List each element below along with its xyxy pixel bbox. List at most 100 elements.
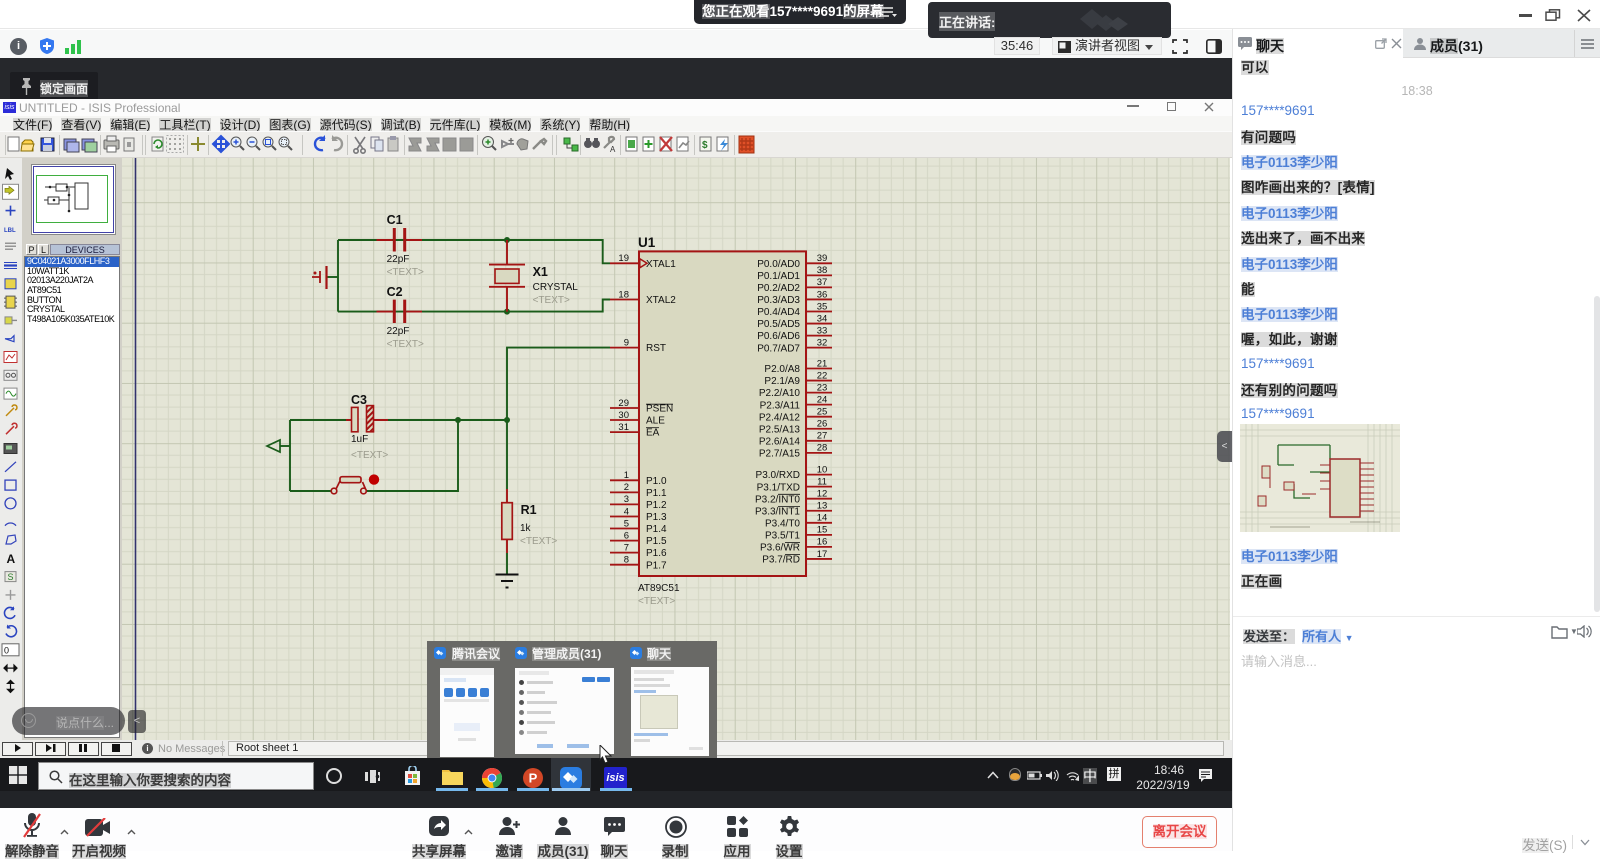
svg-text:12: 12: [817, 489, 828, 500]
svg-text:C1: C1: [387, 213, 403, 227]
svg-text:P3.6/WR: P3.6/WR: [760, 543, 800, 554]
svg-text:ALE: ALE: [646, 416, 665, 427]
svg-text:U1: U1: [638, 235, 656, 250]
svg-text:P: P: [529, 771, 538, 786]
svg-text:22: 22: [817, 370, 828, 381]
svg-text:AT89C51: AT89C51: [638, 583, 680, 594]
svg-text:3: 3: [624, 494, 629, 505]
svg-text:PSEN: PSEN: [646, 404, 673, 415]
svg-text:14: 14: [817, 513, 828, 524]
svg-text:<TEXT>: <TEXT>: [387, 339, 424, 350]
svg-text:P0.2/AD2: P0.2/AD2: [757, 283, 800, 294]
svg-text:28: 28: [817, 443, 828, 454]
svg-text:<TEXT>: <TEXT>: [638, 596, 675, 607]
svg-text:P3.4/T0: P3.4/T0: [765, 518, 800, 529]
svg-text:2: 2: [624, 482, 629, 493]
svg-text:32: 32: [817, 337, 828, 348]
svg-text:P0.3/AD3: P0.3/AD3: [757, 295, 800, 306]
svg-text:P0.0/AD0: P0.0/AD0: [757, 259, 800, 270]
svg-text:27: 27: [817, 431, 828, 442]
svg-text:P3.2/INT0: P3.2/INT0: [755, 494, 800, 505]
svg-text:C3: C3: [351, 393, 367, 407]
svg-text:29: 29: [618, 398, 629, 409]
svg-text:P1.4: P1.4: [646, 524, 667, 535]
svg-text:24: 24: [817, 394, 828, 405]
svg-text:39: 39: [817, 253, 828, 264]
svg-text:LBL: LBL: [4, 228, 16, 234]
svg-text:11: 11: [817, 476, 827, 487]
svg-text:C2: C2: [387, 285, 403, 299]
svg-text:XTAL2: XTAL2: [646, 295, 676, 306]
svg-text:P0.5/AD5: P0.5/AD5: [757, 319, 800, 330]
svg-text:<TEXT>: <TEXT>: [351, 450, 388, 461]
svg-text:P1.1: P1.1: [646, 488, 667, 499]
svg-text:X1: X1: [533, 265, 548, 279]
svg-text:CRYSTAL: CRYSTAL: [533, 282, 579, 293]
svg-text:19: 19: [618, 253, 629, 264]
svg-text:5: 5: [624, 518, 629, 529]
svg-text:23: 23: [817, 382, 828, 393]
svg-text:38: 38: [817, 265, 828, 276]
svg-text:6: 6: [624, 530, 629, 541]
svg-text:RST: RST: [646, 343, 666, 354]
svg-text:<TEXT>: <TEXT>: [520, 536, 557, 547]
svg-text:P3.7/RD: P3.7/RD: [762, 555, 800, 566]
svg-text:P3.1/TXD: P3.1/TXD: [757, 482, 800, 493]
svg-text:A: A: [7, 552, 16, 566]
svg-text:21: 21: [817, 358, 828, 369]
svg-text:18: 18: [618, 289, 629, 300]
svg-text:34: 34: [817, 313, 828, 324]
svg-text:36: 36: [817, 289, 828, 300]
svg-text:P2.1/A9: P2.1/A9: [764, 376, 800, 387]
svg-text:9: 9: [624, 337, 629, 348]
svg-text:22pF: 22pF: [387, 326, 410, 337]
svg-text:25: 25: [817, 407, 828, 418]
svg-text:17: 17: [817, 549, 828, 560]
svg-text:P1.5: P1.5: [646, 536, 667, 547]
svg-text:P1.2: P1.2: [646, 500, 667, 511]
svg-text:<TEXT>: <TEXT>: [533, 295, 570, 306]
svg-text:37: 37: [817, 277, 828, 288]
svg-text:22pF: 22pF: [387, 254, 410, 265]
svg-text:4: 4: [624, 506, 629, 517]
svg-text:15: 15: [817, 525, 828, 536]
svg-text:31: 31: [618, 422, 629, 433]
svg-text:1k: 1k: [520, 523, 532, 534]
svg-text:P0.7/AD7: P0.7/AD7: [757, 343, 800, 354]
svg-text:35: 35: [817, 301, 828, 312]
svg-text:P2.7/A15: P2.7/A15: [759, 448, 801, 459]
svg-text:$: $: [702, 140, 708, 151]
svg-text:P1.7: P1.7: [646, 560, 667, 571]
svg-text:1: 1: [624, 470, 629, 481]
svg-text:P2.2/A10: P2.2/A10: [759, 388, 801, 399]
svg-text:XTAL1: XTAL1: [646, 259, 676, 270]
svg-text:10: 10: [817, 464, 828, 475]
svg-text:P0.4/AD4: P0.4/AD4: [757, 307, 800, 318]
svg-text:P3.0/RXD: P3.0/RXD: [756, 470, 800, 481]
svg-text:30: 30: [618, 410, 629, 421]
svg-text:P2.6/A14: P2.6/A14: [759, 436, 801, 447]
svg-text:1uF: 1uF: [351, 434, 368, 445]
svg-text:P2.0/A8: P2.0/A8: [764, 364, 800, 375]
svg-text:8: 8: [624, 555, 629, 566]
svg-text:A: A: [610, 145, 616, 154]
svg-text:7: 7: [624, 542, 629, 553]
svg-text:0: 0: [4, 645, 9, 655]
svg-text:13: 13: [817, 501, 828, 512]
svg-text:P1.6: P1.6: [646, 548, 667, 559]
svg-text:26: 26: [817, 419, 828, 430]
svg-text:P2.3/A11: P2.3/A11: [760, 400, 801, 411]
svg-text:S: S: [8, 572, 14, 582]
svg-text:P3.5/T1: P3.5/T1: [765, 530, 800, 541]
svg-text:33: 33: [817, 325, 828, 336]
svg-text:R1: R1: [521, 503, 537, 517]
svg-text:P1.0: P1.0: [646, 476, 667, 487]
svg-text:P0.6/AD6: P0.6/AD6: [757, 331, 800, 342]
svg-text:<TEXT>: <TEXT>: [387, 267, 424, 278]
svg-text:EA: EA: [646, 428, 660, 439]
svg-text:P0.1/AD1: P0.1/AD1: [757, 271, 800, 282]
svg-text:P2.5/A13: P2.5/A13: [759, 424, 801, 435]
svg-text:P1.3: P1.3: [646, 512, 667, 523]
svg-text:P2.4/A12: P2.4/A12: [759, 412, 801, 423]
svg-text:16: 16: [817, 537, 828, 548]
